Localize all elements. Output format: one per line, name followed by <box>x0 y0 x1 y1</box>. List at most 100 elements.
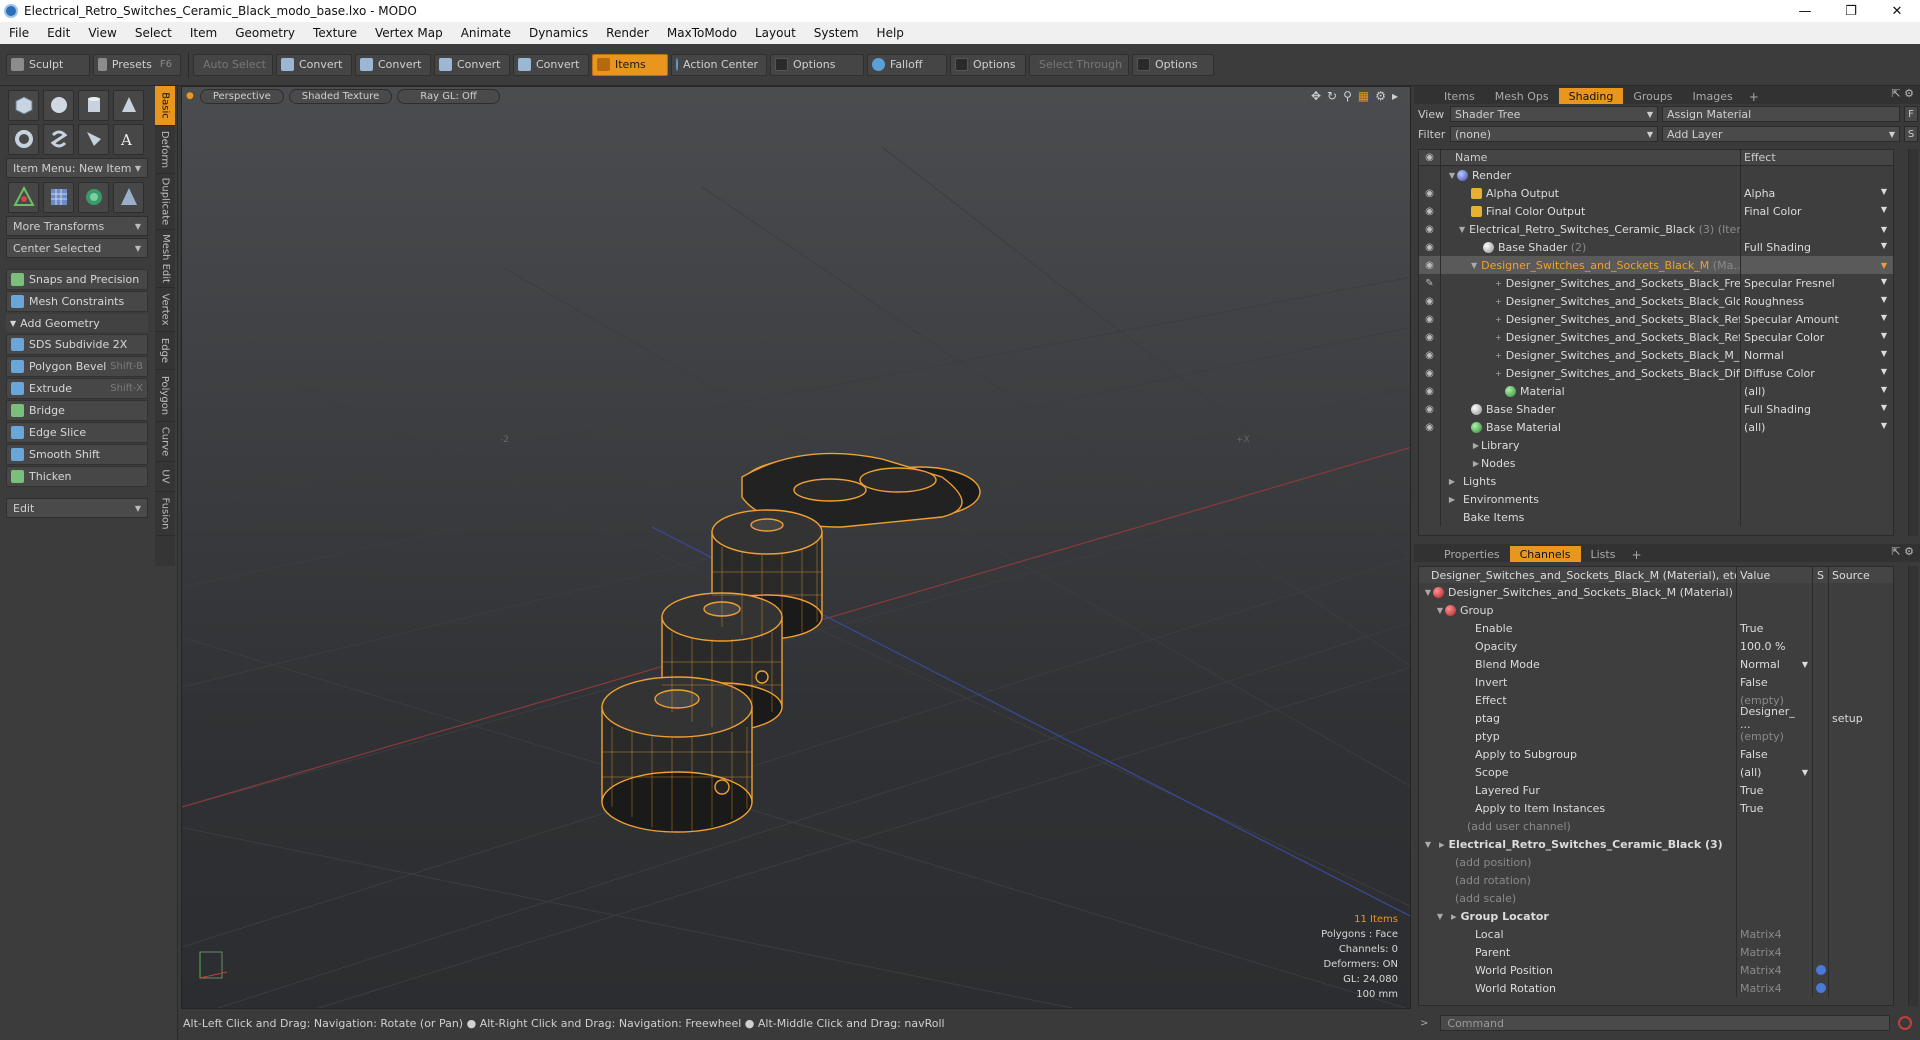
eye-icon[interactable]: ◉ <box>1419 292 1441 310</box>
channel-row-apply-to-subgroup[interactable]: Apply to Subgroup False <box>1419 745 1893 763</box>
thicken-button[interactable]: Thicken <box>6 466 148 487</box>
menu-view[interactable]: View <box>79 22 125 44</box>
polygon-bevel-button[interactable]: Polygon Bevel Shift-B <box>6 356 148 377</box>
add-geometry-section[interactable]: ▼ Add Geometry <box>6 314 148 332</box>
eye-icon[interactable]: ◉ <box>1419 346 1441 364</box>
center-selected-dropdown[interactable]: Center Selected ▼ <box>6 238 148 258</box>
capsule-tool[interactable] <box>43 123 74 155</box>
eye-icon[interactable]: ◉ <box>1419 202 1441 220</box>
channel-row-scope[interactable]: Scope (all) ▼ <box>1419 763 1893 781</box>
chevron-down-icon[interactable]: ▼ <box>1881 313 1887 326</box>
item-menu-dropdown[interactable]: Item Menu: New Item ▼ <box>6 158 148 178</box>
action-center-options-button[interactable]: Options <box>770 53 864 76</box>
channel-row-ptag[interactable]: ptag Designer_ ... setup <box>1419 705 1893 731</box>
tree-row-texture-reflection-amount[interactable]: ◉ + Designer_Switches_and_Sockets_Black_Re… <box>1419 310 1893 328</box>
tree-row-model-group[interactable]: ◉ ▼ Electrical_Retro_Switches_Ceramic_Blac… <box>1419 220 1893 238</box>
s-button[interactable]: S <box>1904 126 1918 142</box>
link-icon[interactable] <box>1816 983 1826 993</box>
convert-vertices-button[interactable]: Convert <box>276 53 352 76</box>
channel-row-local[interactable]: Local Matrix4 <box>1419 925 1893 943</box>
falloff-options-button[interactable]: Options <box>950 53 1026 76</box>
eye-icon[interactable]: ◉ <box>1419 400 1441 418</box>
plus-icon[interactable]: + <box>1495 297 1502 306</box>
channel-row-layered-fur[interactable]: Layered Fur True <box>1419 781 1893 799</box>
plus-icon[interactable]: + <box>1495 315 1502 324</box>
move-tool[interactable] <box>8 181 39 213</box>
tree-row-final-color-output[interactable]: ◉ Final Color Output Final Color ▼ <box>1419 202 1893 220</box>
extrude-button[interactable]: Extrude Shift-X <box>6 378 148 399</box>
gear-icon[interactable]: ⚙ <box>1375 89 1386 103</box>
cone-grid-tool[interactable] <box>113 181 144 213</box>
chevron-down-icon[interactable]: ▼ <box>1459 225 1465 234</box>
channel-row-blend-mode[interactable]: Blend Mode Normal ▼ <box>1419 655 1893 673</box>
channel-row-group[interactable]: ▼ Group <box>1419 601 1893 619</box>
chevron-down-icon[interactable]: ▼ <box>1435 606 1445 615</box>
add-rotation-row[interactable]: (add rotation) <box>1419 871 1893 889</box>
zoom-icon[interactable]: ⚲ <box>1343 89 1352 103</box>
chevron-down-icon[interactable]: ▼ <box>1881 349 1887 362</box>
chevron-down-icon[interactable]: ▼ <box>1881 385 1887 398</box>
text-tool[interactable]: A <box>113 123 144 155</box>
tree-row-texture-diffuse[interactable]: ◉ + Designer_Switches_and_Sockets_Black_Di… <box>1419 364 1893 382</box>
chevron-down-icon[interactable]: ▼ <box>1881 241 1887 254</box>
menu-geometry[interactable]: Geometry <box>226 22 304 44</box>
eye-icon[interactable]: ◉ <box>1419 328 1441 346</box>
chevron-right-icon[interactable]: ▶ <box>1447 495 1457 504</box>
items-mode-button[interactable]: Items <box>592 53 668 76</box>
f-button[interactable]: F <box>1904 106 1918 122</box>
edge-slice-button[interactable]: Edge Slice <box>6 422 148 443</box>
eye-icon[interactable]: ◉ <box>1419 256 1441 274</box>
tree-row-library[interactable]: ▶ Library <box>1419 436 1893 454</box>
menu-render[interactable]: Render <box>597 22 658 44</box>
eye-icon[interactable]: ◉ <box>1419 418 1441 436</box>
tab-images[interactable]: Images <box>1683 88 1743 104</box>
chevron-down-icon[interactable]: ▼ <box>1881 403 1887 416</box>
shader-tree-scrollbar[interactable] <box>1908 149 1918 536</box>
more-transforms-dropdown[interactable]: More Transforms ▼ <box>6 216 148 236</box>
menu-texture[interactable]: Texture <box>304 22 366 44</box>
add-user-channel-row[interactable]: (add user channel) <box>1419 817 1893 835</box>
chevron-down-icon[interactable]: ▼ <box>1447 171 1457 180</box>
chevron-down-icon[interactable]: ▼ <box>1881 295 1887 308</box>
close-icon[interactable]: ✕ <box>1874 0 1920 22</box>
tab-groups[interactable]: Groups <box>1623 88 1682 104</box>
filter-dropdown[interactable]: (none) ▼ <box>1450 126 1658 142</box>
pen-tool[interactable] <box>78 123 109 155</box>
chevron-down-icon[interactable]: ▼ <box>1423 840 1433 849</box>
vtab-mesh-edit[interactable]: Mesh Edit <box>155 230 175 288</box>
tree-row-alpha-output[interactable]: ◉ Alpha Output Alpha ▼ <box>1419 184 1893 202</box>
plus-icon[interactable]: + <box>1495 333 1502 342</box>
plus-icon[interactable]: + <box>1495 369 1502 378</box>
select-through-button[interactable]: Select Through <box>1029 53 1129 76</box>
grid-tool[interactable] <box>43 181 74 213</box>
tree-row-render[interactable]: ▼ Render <box>1419 166 1893 184</box>
channel-row-material[interactable]: ▼ Designer_Switches_and_Sockets_Black_M (… <box>1419 583 1893 601</box>
menu-file[interactable]: File <box>0 22 38 44</box>
tab-lists[interactable]: Lists <box>1581 546 1626 562</box>
minimize-icon[interactable]: — <box>1782 0 1828 22</box>
command-expand-icon[interactable]: > <box>1420 1018 1428 1029</box>
add-scale-row[interactable]: (add scale) <box>1419 889 1893 907</box>
convert-materials-button[interactable]: Convert <box>513 53 589 76</box>
chevron-right-icon[interactable]: ▶ <box>1471 441 1481 450</box>
add-tab-icon[interactable]: + <box>1743 90 1765 104</box>
cube-tool[interactable] <box>8 89 39 121</box>
presets-button[interactable]: Presets F6 <box>93 53 181 76</box>
menu-layout[interactable]: Layout <box>746 22 805 44</box>
eye-icon[interactable]: ◉ <box>1419 382 1441 400</box>
fit-icon[interactable]: ▦ <box>1358 89 1369 103</box>
chevron-down-icon[interactable]: ▼ <box>1471 261 1477 270</box>
smooth-shift-button[interactable]: Smooth Shift <box>6 444 148 465</box>
channel-row-opacity[interactable]: Opacity 100.0 % <box>1419 637 1893 655</box>
panel-options-icon[interactable]: ⇱ ⚙ <box>1891 545 1914 558</box>
record-icon[interactable] <box>1898 1016 1913 1030</box>
menu-dynamics[interactable]: Dynamics <box>520 22 597 44</box>
tree-row-texture-reflection-color[interactable]: ◉ + Designer_Switches_and_Sockets_Black_Re… <box>1419 328 1893 346</box>
menu-edit[interactable]: Edit <box>38 22 79 44</box>
menu-system[interactable]: System <box>805 22 868 44</box>
restore-icon[interactable]: ❐ <box>1828 0 1874 22</box>
tree-row-bake-items[interactable]: Bake Items <box>1419 508 1893 526</box>
tab-mesh-ops[interactable]: Mesh Ops <box>1485 88 1559 104</box>
channel-row-effect[interactable]: Effect (empty) <box>1419 691 1893 709</box>
channel-row-world-position[interactable]: World Position Matrix4 <box>1419 961 1893 979</box>
